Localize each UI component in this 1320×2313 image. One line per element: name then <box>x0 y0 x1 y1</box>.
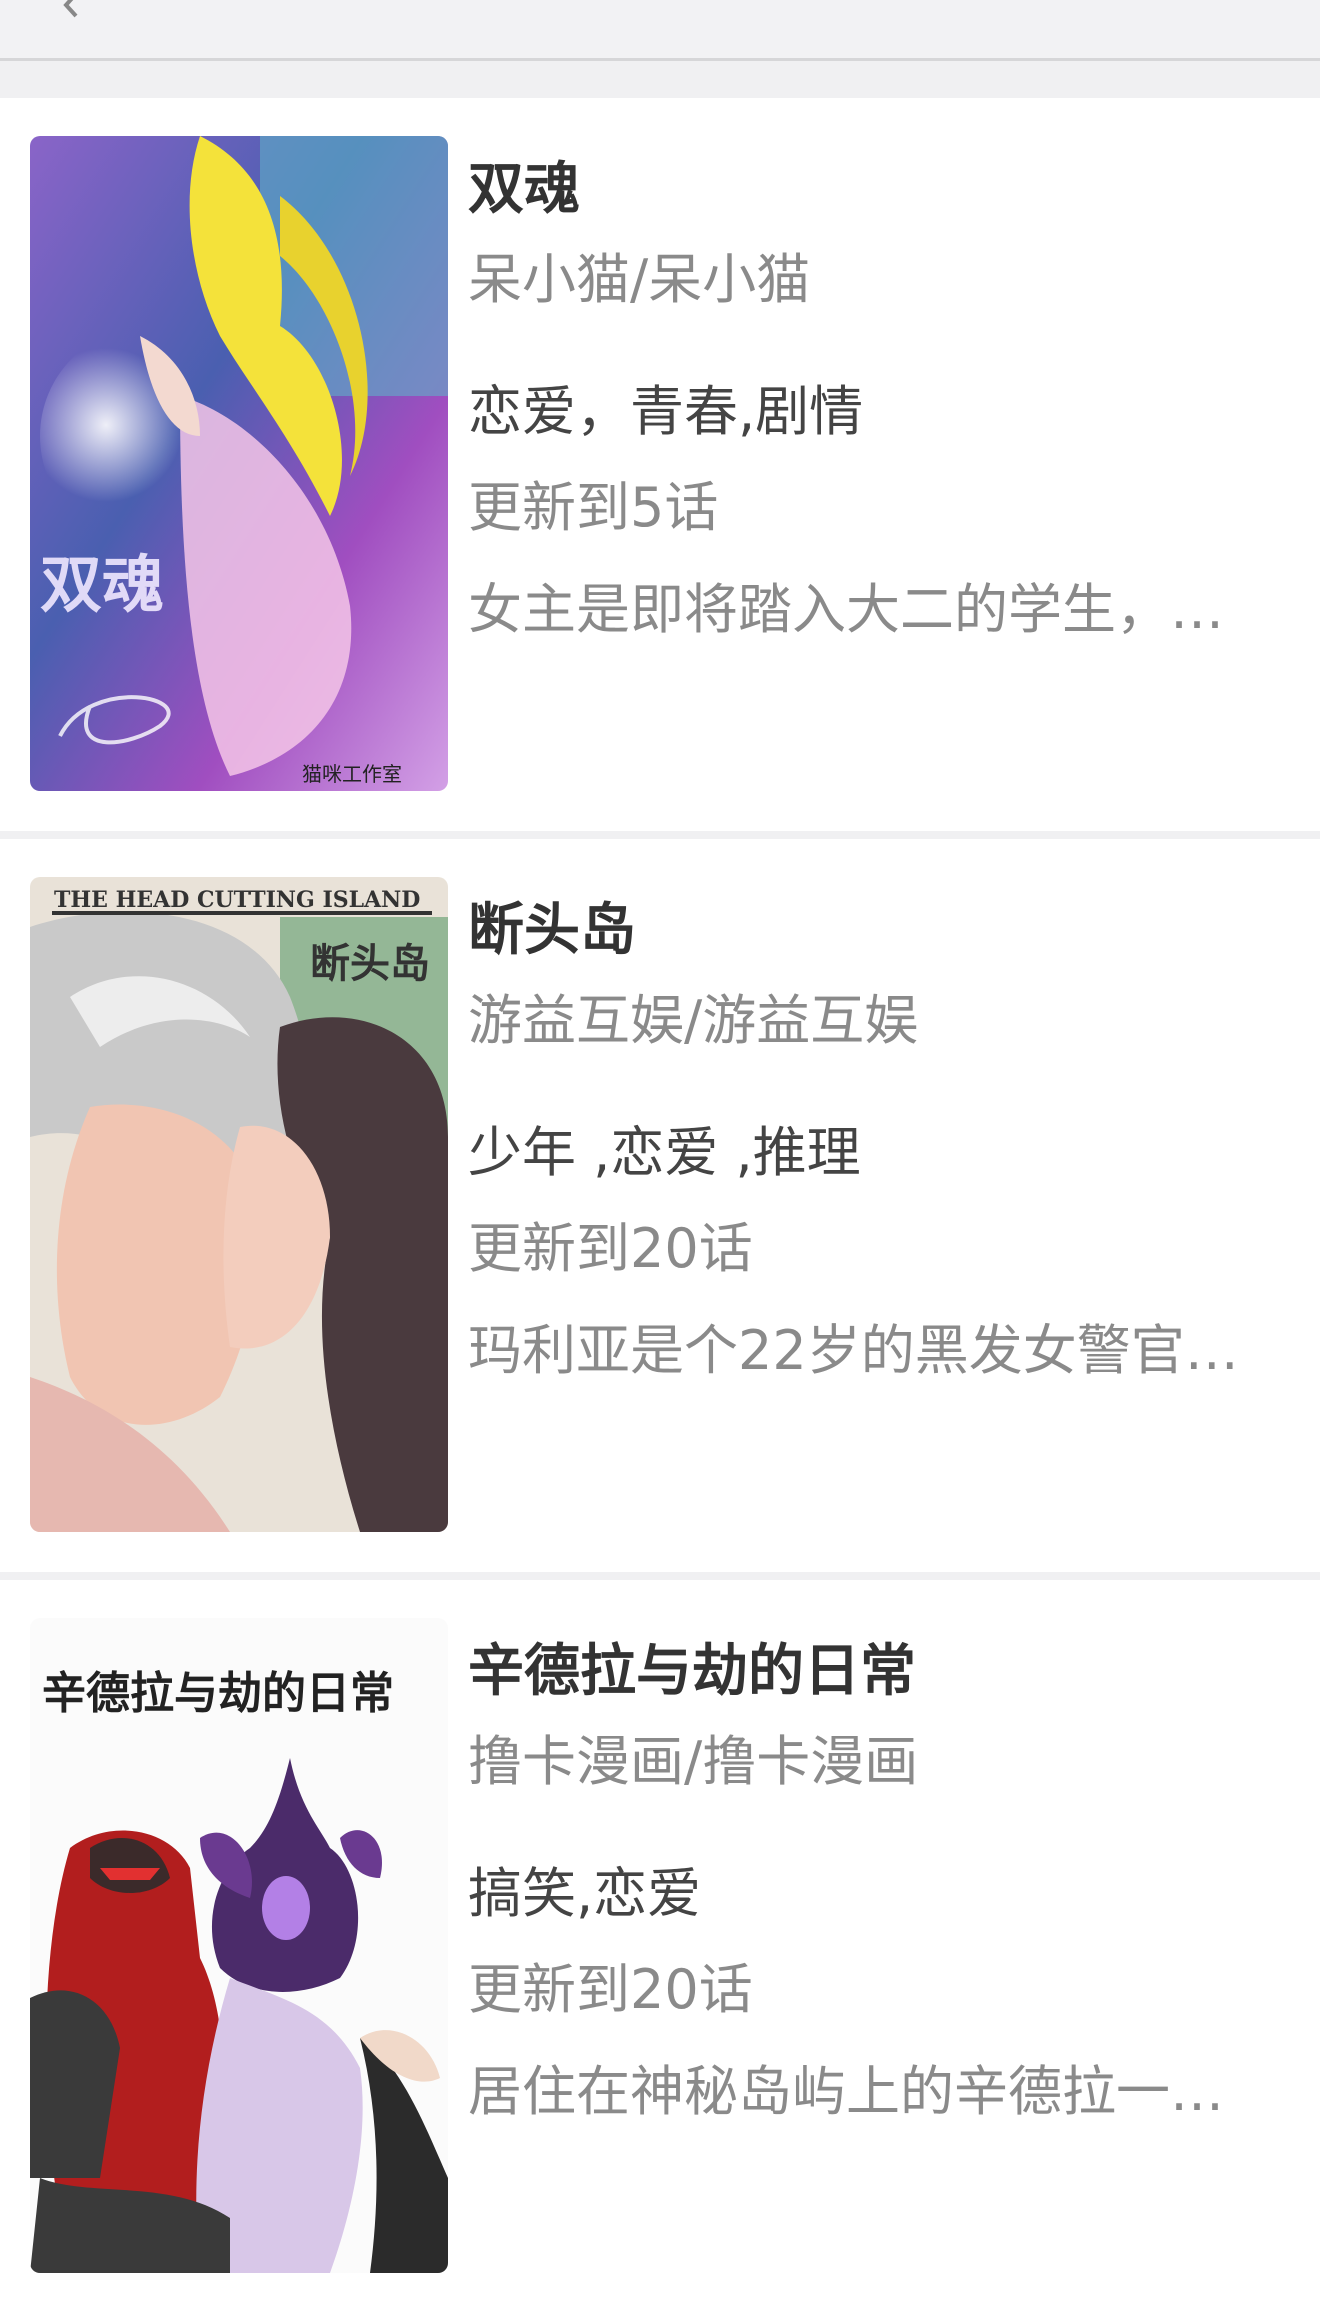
comic-author: 撸卡漫画/撸卡漫画 <box>468 1730 919 1793</box>
list-spacer <box>0 61 1320 98</box>
comic-update-status: 更新到20话 <box>468 1217 753 1280</box>
top-bar <box>0 0 1320 61</box>
comic-update-status: 更新到5话 <box>468 476 719 539</box>
comic-tags: 恋爱，青春,剧情 <box>468 380 864 443</box>
comic-author: 游益互娱/游益互娱 <box>468 989 919 1052</box>
comic-cover-image[interactable]: 双魂 猫咪工作室 <box>30 136 448 791</box>
cover-title-art: 辛德拉与劫的日常 <box>42 1668 394 1719</box>
comic-list-item[interactable]: 辛德拉与劫的日常 辛德拉与劫的日常 撸卡漫画/撸卡漫画 搞笑,恋爱 更新到20话… <box>0 1580 1320 2313</box>
comic-title[interactable]: 断头岛 <box>468 891 636 971</box>
comic-tags: 搞笑,恋爱 <box>468 1862 702 1925</box>
comic-title[interactable]: 双魂 <box>468 150 580 230</box>
comic-update-status: 更新到20话 <box>468 1958 753 2021</box>
list-divider <box>0 1572 1320 1580</box>
comic-description: 居住在神秘岛屿上的辛德拉一… <box>468 2060 1224 2123</box>
comic-cover-image[interactable]: 辛德拉与劫的日常 <box>30 1618 448 2273</box>
back-arrow-icon[interactable] <box>58 0 84 18</box>
comic-author: 呆小猫/呆小猫 <box>468 248 811 311</box>
list-divider <box>0 831 1320 839</box>
cover-title-art: THE HEAD CUTTING ISLAND <box>54 887 420 913</box>
cover-credit: 猫咪工作室 <box>302 762 402 786</box>
comic-tags: 少年 ,恋爱 ,推理 <box>468 1121 861 1184</box>
comic-cover-image[interactable]: THE HEAD CUTTING ISLAND 断头岛 <box>30 877 448 1532</box>
comic-title[interactable]: 辛德拉与劫的日常 <box>468 1632 916 1712</box>
comic-list-item[interactable]: 双魂 猫咪工作室 双魂 呆小猫/呆小猫 恋爱，青春,剧情 更新到5话 女主是即将… <box>0 98 1320 831</box>
comic-description: 玛利亚是个22岁的黑发女警官… <box>468 1319 1239 1382</box>
comic-description: 女主是即将踏入大二的学生，… <box>468 578 1224 641</box>
cover-subtitle-art: 断头岛 <box>310 940 430 987</box>
comic-list-item[interactable]: THE HEAD CUTTING ISLAND 断头岛 断头岛 游益互娱/游益互… <box>0 839 1320 1572</box>
cover-title-art: 双魂 <box>40 548 164 621</box>
